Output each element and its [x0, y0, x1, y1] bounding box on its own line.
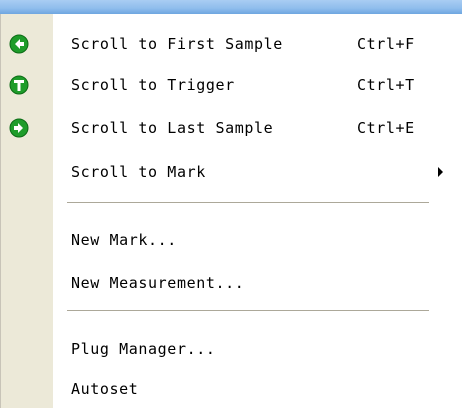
menu-item-scroll-to-first-sample[interactable]: Scroll to First Sample Ctrl+F — [1, 26, 462, 62]
arrow-right-circle-icon — [9, 118, 29, 138]
menu-item-scroll-to-trigger[interactable]: Scroll to Trigger Ctrl+T — [1, 67, 462, 103]
menu-item-shortcut: Ctrl+E — [357, 119, 415, 137]
menu-item-scroll-to-last-sample[interactable]: Scroll to Last Sample Ctrl+E — [1, 110, 462, 146]
menu-item-shortcut: Ctrl+T — [357, 76, 415, 94]
menu-item-label: Scroll to Trigger — [71, 76, 235, 94]
menu-item-label: Scroll to First Sample — [71, 35, 283, 53]
menu-item-label: New Measurement... — [71, 274, 245, 292]
context-menu: Scroll to First Sample Ctrl+F Scroll to … — [0, 14, 462, 408]
menu-separator — [67, 202, 429, 204]
menu-item-label: New Mark... — [71, 231, 177, 249]
menu-item-autoset[interactable]: Autoset — [1, 371, 462, 407]
menu-item-shortcut: Ctrl+F — [357, 35, 415, 53]
menu-item-label: Autoset — [71, 380, 139, 398]
arrow-left-circle-icon — [9, 34, 29, 54]
menu-item-plug-manager[interactable]: Plug Manager... — [1, 331, 462, 367]
title-bar-edge — [0, 0, 462, 14]
menu-item-label: Scroll to Last Sample — [71, 119, 274, 137]
menu-item-new-mark[interactable]: New Mark... — [1, 222, 462, 258]
menu-item-new-measurement[interactable]: New Measurement... — [1, 265, 462, 301]
trigger-t-circle-icon — [9, 75, 29, 95]
submenu-arrow-icon — [438, 167, 443, 177]
menu-separator — [67, 310, 429, 312]
menu-item-scroll-to-mark[interactable]: Scroll to Mark — [1, 154, 462, 190]
menu-item-label: Scroll to Mark — [71, 163, 206, 181]
menu-item-label: Plug Manager... — [71, 340, 216, 358]
